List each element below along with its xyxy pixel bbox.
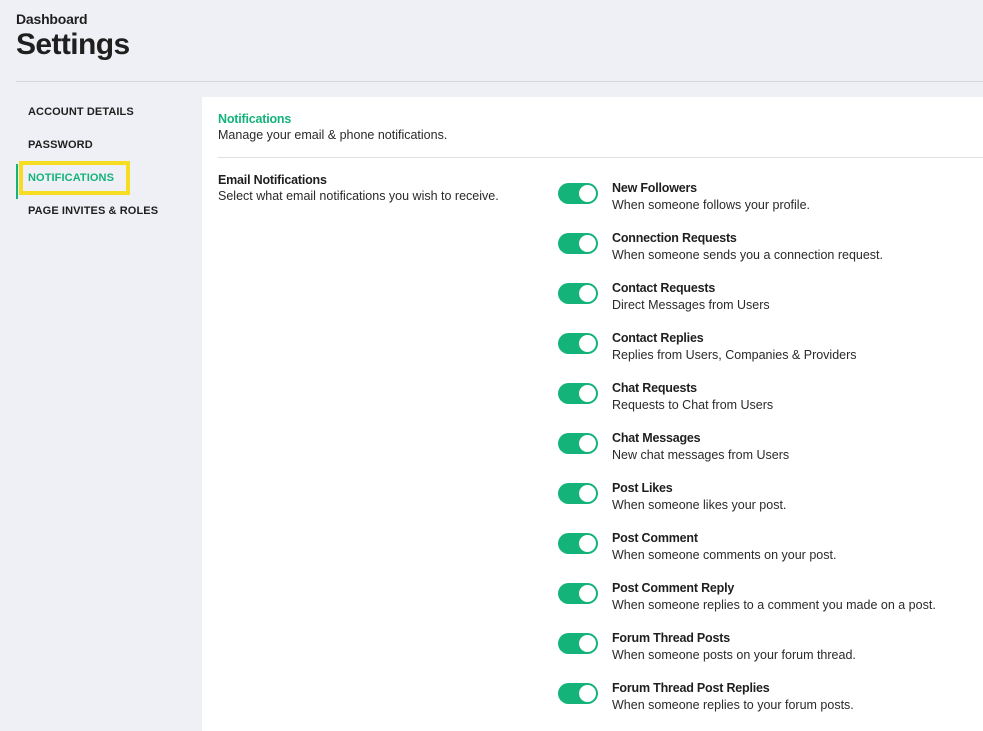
option-title: Connection Requests (612, 231, 737, 245)
notification-toggle[interactable] (558, 333, 598, 354)
toggle-knob (579, 185, 596, 202)
settings-sidebar: ACCOUNT DETAILS PASSWORD NOTIFICATIONS P… (16, 98, 186, 230)
notification-toggle[interactable] (558, 583, 598, 604)
option-text: Post Comment When someone comments on you… (612, 531, 836, 562)
option-text: Contact Replies Replies from Users, Compa… (612, 331, 857, 362)
notification-toggle[interactable] (558, 483, 598, 504)
toggle-knob (579, 485, 596, 502)
toggle-knob (579, 335, 596, 352)
toggle-knob (579, 435, 596, 452)
page-header: Dashboard Settings (16, 11, 130, 62)
option-title: Forum Thread Post Replies (612, 681, 770, 695)
option-description: When someone likes your post. (612, 498, 787, 512)
toggle-knob (579, 285, 596, 302)
option-description: Direct Messages from Users (612, 298, 770, 312)
toggle-knob (579, 685, 596, 702)
panel-title: Notifications (218, 112, 292, 126)
notification-toggle[interactable] (558, 233, 598, 254)
option-title: Chat Requests (612, 381, 697, 395)
toggle-knob (579, 535, 596, 552)
option-text: Post Comment Reply When someone replies t… (612, 581, 936, 612)
notification-toggle[interactable] (558, 383, 598, 404)
toggle-knob (579, 235, 596, 252)
option-description: When someone replies to your forum posts… (612, 698, 854, 712)
option-description: When someone sends you a connection requ… (612, 248, 884, 262)
notification-toggle[interactable] (558, 283, 598, 304)
option-text: Forum Thread Posts When someone posts on … (612, 631, 856, 662)
option-text: Post Likes When someone likes your post. (612, 481, 786, 512)
header-divider (16, 81, 983, 82)
section-description: Select what email notifications you wish… (218, 189, 499, 203)
breadcrumb[interactable]: Dashboard (16, 11, 130, 27)
option-title: Contact Replies (612, 331, 704, 345)
panel-divider (218, 157, 983, 158)
sidebar-item-account-details[interactable]: ACCOUNT DETAILS (16, 98, 186, 131)
option-text: Chat Requests Requests to Chat from Users (612, 381, 773, 412)
option-text: Chat Messages New chat messages from User… (612, 431, 789, 462)
page-title: Settings (16, 28, 130, 61)
sidebar-item-label: PAGE INVITES & ROLES (28, 205, 159, 217)
option-title: Post Comment Reply (612, 581, 735, 595)
toggle-knob (579, 585, 596, 602)
notification-toggle[interactable] (558, 183, 598, 204)
sidebar-item-label: ACCOUNT DETAILS (28, 106, 134, 118)
option-description: When someone comments on your post. (612, 548, 837, 562)
option-title: Chat Messages (612, 431, 701, 445)
toggle-knob (579, 385, 596, 402)
panel-subtitle: Manage your email & phone notifications. (218, 128, 448, 142)
sidebar-item-password[interactable]: PASSWORD (16, 131, 186, 164)
option-text: Connection Requests When someone sends yo… (612, 231, 883, 262)
email-notifications-header: Email Notifications Select what email no… (218, 173, 499, 203)
option-text: Contact Requests Direct Messages from Use… (612, 281, 770, 312)
toggle-knob (579, 635, 596, 652)
notification-toggle[interactable] (558, 683, 598, 704)
sidebar-item-label: PASSWORD (28, 139, 93, 151)
option-description: When someone follows your profile. (612, 198, 811, 212)
panel-header: Notifications Manage your email & phone … (218, 112, 447, 142)
option-title: New Followers (612, 181, 697, 195)
sidebar-item-page-invites-roles[interactable]: PAGE INVITES & ROLES (16, 197, 186, 230)
notification-toggle[interactable] (558, 433, 598, 454)
notifications-panel: Notifications Manage your email & phone … (202, 97, 983, 731)
notification-toggle[interactable] (558, 533, 598, 554)
option-description: Requests to Chat from Users (612, 398, 774, 412)
option-description: Replies from Users, Companies & Provider… (612, 348, 857, 362)
option-description: When someone posts on your forum thread. (612, 648, 856, 662)
sidebar-item-notifications[interactable]: NOTIFICATIONS (16, 161, 186, 199)
option-description: When someone replies to a comment you ma… (612, 598, 936, 612)
option-text: New Followers When someone follows your p… (612, 181, 810, 212)
option-title: Forum Thread Posts (612, 631, 730, 645)
section-title: Email Notifications (218, 173, 327, 187)
option-title: Post Comment (612, 531, 698, 545)
notification-toggle[interactable] (558, 633, 598, 654)
option-description: New chat messages from Users (612, 448, 790, 462)
option-title: Post Likes (612, 481, 673, 495)
option-title: Contact Requests (612, 281, 716, 295)
option-text: Forum Thread Post Replies When someone re… (612, 681, 854, 712)
sidebar-item-label: NOTIFICATIONS (28, 172, 115, 184)
